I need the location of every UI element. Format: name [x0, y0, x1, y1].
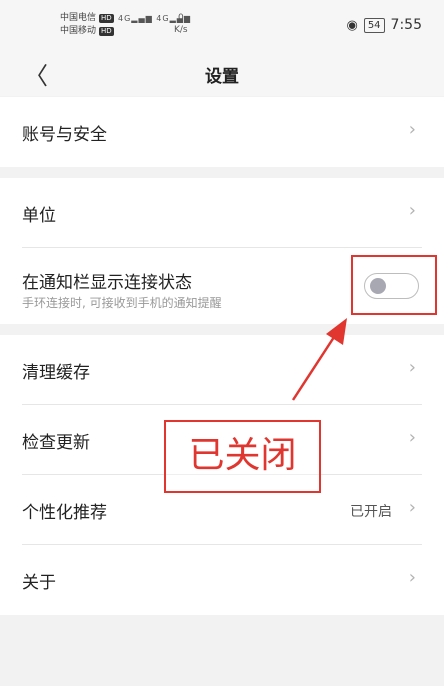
annotation-arrow [291, 318, 347, 401]
annotation-label: 已关闭 [164, 420, 321, 493]
